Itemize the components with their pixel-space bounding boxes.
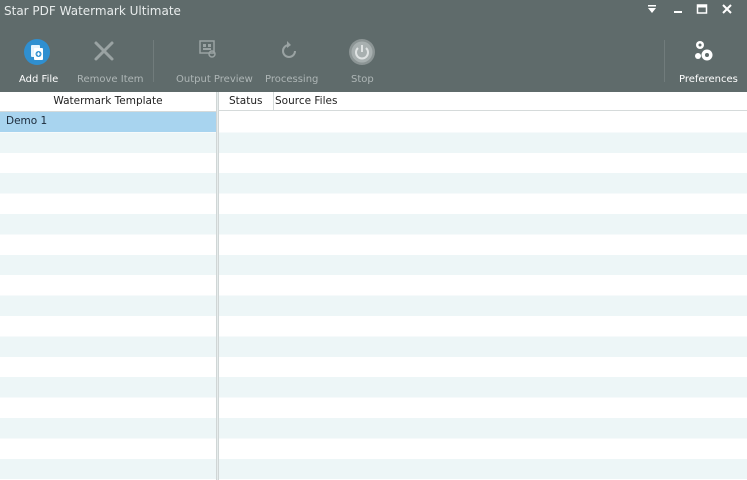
watermark-template-list[interactable]: Watermark Template Demo 1 (0, 92, 216, 480)
list-item[interactable]: Demo 1 (0, 112, 216, 132)
preferences-label: Preferences (679, 74, 738, 85)
dropdown-icon[interactable] (641, 2, 663, 20)
remove-x-icon (92, 38, 116, 67)
column-header-watermark-template[interactable]: Watermark Template (0, 92, 216, 112)
window-title: Star PDF Watermark Ultimate (4, 4, 181, 18)
minimize-icon[interactable] (667, 2, 689, 20)
toolbar-separator (664, 40, 665, 82)
maximize-icon[interactable] (691, 2, 713, 20)
column-header-source-files[interactable]: Source Files (274, 92, 747, 111)
preview-icon (197, 38, 219, 63)
main-area: Watermark Template Demo 1 Status Source … (0, 92, 747, 480)
stop-icon (347, 38, 377, 69)
add-file-label: Add File (19, 74, 59, 85)
title-bar: Star PDF Watermark Ultimate (0, 0, 747, 24)
column-header-status[interactable]: Status (219, 92, 274, 111)
template-rows (0, 112, 216, 480)
add-file-icon (23, 38, 51, 69)
output-preview-label: Output Preview (176, 74, 253, 85)
processing-label: Processing (265, 74, 319, 85)
toolbar: Add File Remove Item Output Preview Proc… (0, 24, 747, 92)
template-name: Demo 1 (6, 115, 48, 127)
close-icon[interactable] (716, 2, 738, 20)
refresh-icon (278, 38, 300, 65)
toolbar-separator (153, 40, 154, 82)
source-files-table[interactable]: Status Source Files (219, 92, 747, 480)
file-rows (219, 112, 747, 480)
remove-item-label: Remove Item (77, 74, 144, 85)
gears-icon (692, 38, 716, 67)
stop-label: Stop (351, 74, 374, 85)
